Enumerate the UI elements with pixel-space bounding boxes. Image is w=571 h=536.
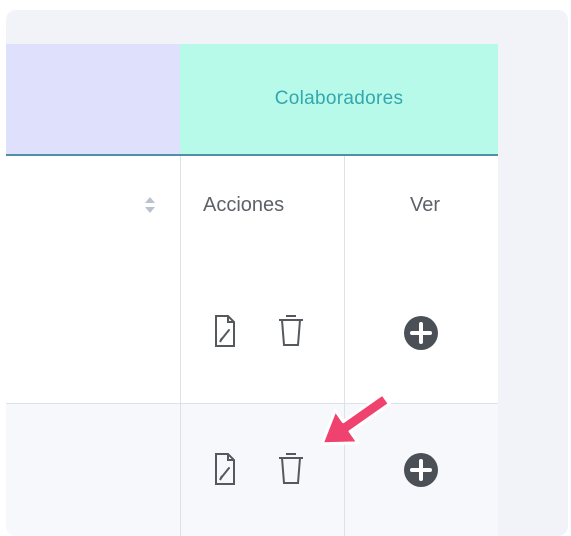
header-group-colaboradores-label: Colaboradores [274,88,404,109]
edit-document-icon[interactable] [213,314,237,348]
sort-icon[interactable] [143,194,157,216]
pointer-arrow-icon [320,392,391,446]
row-divider [6,403,498,404]
edit-document-icon[interactable] [213,452,237,486]
column-header-ver[interactable]: Ver [410,194,440,217]
header-group-left [6,44,180,156]
delete-trash-icon[interactable] [276,450,306,486]
column-header-acciones[interactable]: Acciones [203,194,284,217]
plus-circle-icon[interactable] [402,451,440,489]
delete-trash-icon[interactable] [276,312,306,348]
column-divider [344,156,345,536]
data-table: Colaboradores Acciones Ver [6,44,498,536]
header-group-colaboradores: Colaboradores [180,44,498,156]
plus-circle-icon[interactable] [402,314,440,352]
column-divider [180,156,181,536]
table-frame: Colaboradores Acciones Ver [6,10,568,536]
